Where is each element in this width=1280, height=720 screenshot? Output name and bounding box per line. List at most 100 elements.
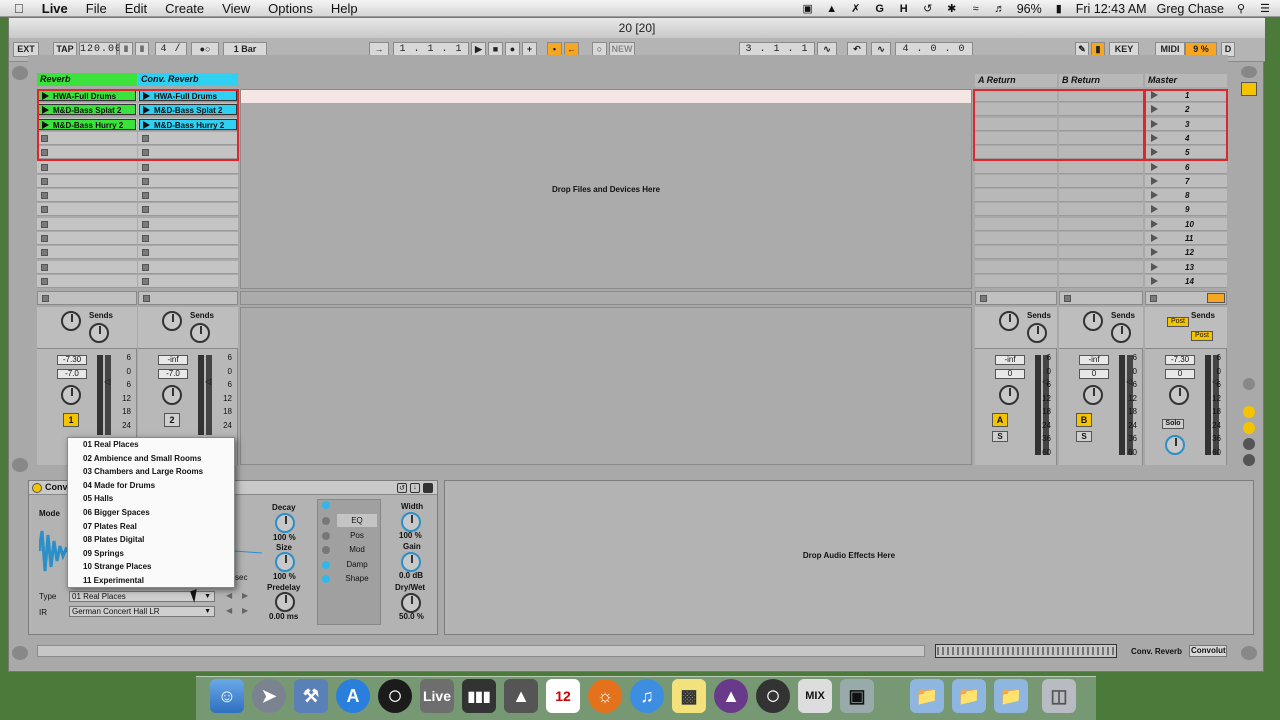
clip-stop-icon[interactable]: [41, 220, 48, 228]
scene-launch[interactable]: 11: [1145, 232, 1227, 245]
clip-slot[interactable]: [37, 260, 137, 274]
scene-play-icon[interactable]: [1151, 133, 1158, 142]
device-save-icon[interactable]: ↓: [410, 483, 420, 493]
clip[interactable]: M&D-Bass Hurry 2: [38, 118, 136, 130]
volume-field[interactable]: -inf: [1079, 355, 1109, 365]
media-icon[interactable]: ◯: [756, 679, 790, 713]
clip-stop-icon[interactable]: [142, 192, 149, 200]
time-machine-icon[interactable]: ↺: [921, 3, 935, 15]
return-activator-button[interactable]: A: [992, 413, 1008, 427]
status-track-name[interactable]: Conv. Reverb: [1131, 647, 1182, 656]
overview-strip[interactable]: [935, 644, 1117, 658]
drop-zone[interactable]: Drop Files and Devices Here: [240, 89, 972, 289]
tab-section-led-icon[interactable]: [322, 501, 330, 509]
send-b-knob[interactable]: [190, 323, 210, 343]
notification-icon[interactable]: ☰: [1258, 3, 1272, 15]
pan-knob[interactable]: [1169, 385, 1189, 405]
device-hot-swap-icon[interactable]: ↺: [397, 483, 407, 493]
scene-launch[interactable]: 4: [1145, 131, 1227, 145]
clip-stop-icon[interactable]: [41, 235, 48, 242]
send-b-knob[interactable]: [1027, 323, 1047, 343]
menu-item[interactable]: 08 Plates Digital: [68, 533, 234, 547]
clip-slot[interactable]: HWA-Full Drums: [37, 89, 137, 102]
clip-slot[interactable]: M&D-Bass Hurry 2: [138, 117, 238, 131]
menu-item[interactable]: 11 Experimental: [68, 574, 234, 588]
app-store-icon[interactable]: A: [336, 679, 370, 713]
clip-slot[interactable]: [37, 203, 137, 217]
xcode-icon[interactable]: ⚒: [294, 679, 328, 713]
scene-play-icon[interactable]: [1151, 205, 1158, 214]
clip[interactable]: M&D-Bass Hurry 2: [139, 118, 237, 130]
piano-icon[interactable]: ▮▮▮: [462, 679, 496, 713]
folder-icon[interactable]: 📁: [910, 679, 944, 713]
crossfader-toggle-icon[interactable]: [1243, 454, 1255, 466]
clip-slot[interactable]: [138, 203, 238, 217]
menu-item[interactable]: 03 Chambers and Large Rooms: [68, 465, 234, 479]
scene-play-icon[interactable]: [1151, 234, 1158, 242]
scene-launch[interactable]: 12: [1145, 246, 1227, 260]
clip-stop-icon[interactable]: [41, 192, 48, 200]
wifi-icon[interactable]: ≈: [969, 3, 983, 15]
clip-slot[interactable]: [138, 274, 238, 288]
post-button[interactable]: Post: [1167, 317, 1189, 327]
menu-item[interactable]: 01 Real Places: [68, 438, 234, 452]
scene-play-icon[interactable]: [1151, 262, 1158, 271]
scene-launch[interactable]: 1: [1145, 89, 1227, 102]
clip-slot[interactable]: [37, 217, 137, 231]
menu-item[interactable]: 05 Halls: [68, 492, 234, 506]
predelay-value[interactable]: 0.00 ms: [269, 612, 298, 621]
clip-slot[interactable]: [138, 217, 238, 231]
scene-launch[interactable]: 9: [1145, 203, 1227, 217]
clip-slot[interactable]: [138, 232, 238, 245]
solo-button[interactable]: Solo: [1162, 419, 1184, 429]
tab-led-icon[interactable]: [322, 546, 330, 554]
mixer-toggle-icon[interactable]: [1243, 378, 1255, 390]
clip-slot[interactable]: [138, 246, 238, 260]
io-toggle-icon[interactable]: [12, 458, 28, 472]
clip-slot[interactable]: [37, 246, 137, 260]
clip[interactable]: M&D-Bass Splat 2: [139, 104, 237, 116]
clip-stop-icon[interactable]: [41, 206, 48, 214]
send-a-knob[interactable]: [999, 311, 1019, 331]
pan-field[interactable]: 0: [1079, 369, 1109, 379]
pan-knob[interactable]: [999, 385, 1019, 405]
tab-led-icon[interactable]: [322, 560, 330, 569]
trash-icon[interactable]: ◫: [1042, 679, 1076, 713]
pan-field[interactable]: -7.0: [57, 369, 87, 379]
adobe-app-icon[interactable]: ▲: [504, 679, 538, 713]
device-view-toggle-icon[interactable]: [1241, 646, 1257, 660]
volume-icon[interactable]: ♬: [993, 3, 1007, 15]
clip-slot[interactable]: M&D-Bass Hurry 2: [37, 117, 137, 131]
clip-stop-icon[interactable]: [142, 177, 149, 185]
scene-play-icon[interactable]: [1151, 91, 1158, 99]
clip-slot[interactable]: [138, 189, 238, 203]
scene-play-icon[interactable]: [1151, 162, 1158, 171]
stop-all-clips-button[interactable]: [1207, 293, 1225, 303]
width-value[interactable]: 100 %: [399, 531, 422, 540]
size-knob[interactable]: [275, 552, 295, 572]
scene-launch[interactable]: 7: [1145, 174, 1227, 188]
post-button[interactable]: Post: [1191, 331, 1213, 341]
scene-launch[interactable]: 10: [1145, 217, 1227, 231]
send-b-knob[interactable]: [89, 323, 109, 343]
size-value[interactable]: 100 %: [273, 572, 296, 581]
clip[interactable]: M&D-Bass Splat 2: [38, 104, 136, 116]
track-header-master[interactable]: Master: [1145, 74, 1227, 87]
stickies-icon[interactable]: ▩: [672, 679, 706, 713]
menu-item[interactable]: 07 Plates Real: [68, 520, 234, 534]
clip-stop-icon[interactable]: [142, 149, 149, 157]
battery-percent[interactable]: 96%: [1017, 2, 1042, 16]
clip-stop-icon[interactable]: [142, 134, 149, 142]
tab-shape[interactable]: Shape: [337, 572, 377, 585]
mix-app-icon[interactable]: MIX: [798, 679, 832, 713]
clip-stop-icon[interactable]: [41, 263, 48, 271]
tab-eq[interactable]: EQ: [337, 514, 377, 527]
clip-slot[interactable]: [37, 160, 137, 174]
clip-slot[interactable]: [138, 160, 238, 174]
drywet-knob[interactable]: [401, 593, 421, 613]
live-recent-icon[interactable]: ◯: [378, 679, 412, 713]
clip-slot[interactable]: [138, 260, 238, 274]
menu-edit[interactable]: Edit: [116, 0, 156, 17]
tab-pos[interactable]: Pos: [337, 529, 377, 542]
clip-slot[interactable]: [138, 146, 238, 160]
